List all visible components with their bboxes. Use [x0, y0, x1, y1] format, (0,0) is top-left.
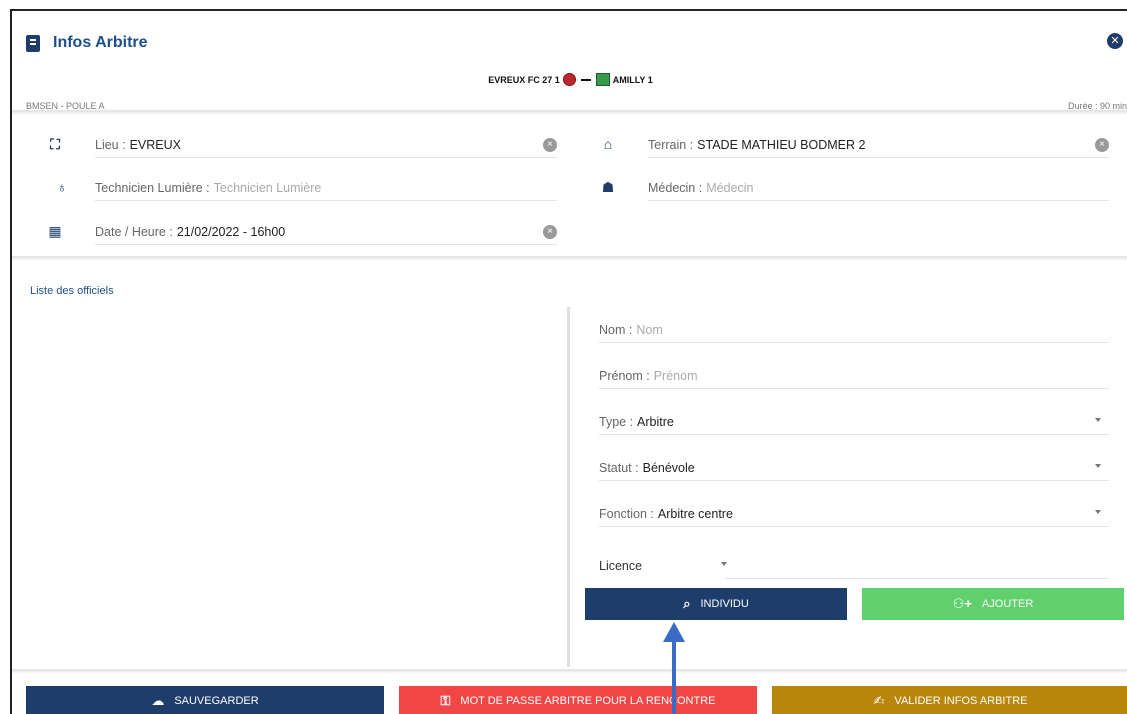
save-label: SAUVEGARDER	[174, 695, 259, 707]
nom-field[interactable]: Nom : Nom	[599, 317, 1109, 343]
fonction-select[interactable]: Fonction : Arbitre centre	[599, 501, 1109, 527]
lieu-value: EVREUX	[129, 137, 181, 152]
prenom-label: Prénom :	[599, 368, 650, 383]
match-teams: EVREUX FC 27 1 AMILLY 1	[12, 73, 1127, 86]
lieu-field[interactable]: Lieu : EVREUX ×	[95, 132, 557, 158]
licence-select[interactable]: Licence	[599, 553, 729, 579]
footer-divider	[12, 669, 1127, 671]
dialog-header: Infos Arbitre	[26, 31, 148, 55]
home-team-name: EVREUX FC 27 1	[488, 74, 560, 85]
calendar-icon: ▦	[48, 223, 62, 239]
validate-label: VALIDER INFOS ARBITRE	[894, 695, 1028, 707]
statut-select[interactable]: Statut : Bénévole	[599, 455, 1109, 481]
badge-icon	[26, 34, 40, 52]
away-team-name: AMILLY 1	[612, 74, 653, 85]
infos-arbitre-dialog: Infos Arbitre ✕ EVREUX FC 27 1 AMILLY 1 …	[10, 9, 1127, 714]
cloud-upload-icon: ☁	[151, 693, 165, 708]
date-value: 21/02/2022 - 16h00	[176, 224, 286, 239]
doctor-icon: ☗	[601, 179, 615, 195]
lieu-clear-icon[interactable]: ×	[543, 138, 557, 152]
map-location-icon: ⛶	[50, 136, 60, 152]
licence-label: Licence	[599, 559, 643, 573]
nom-placeholder: Nom	[636, 322, 663, 337]
medecin-label: Médecin :	[648, 180, 703, 195]
technicien-field[interactable]: Technicien Lumière : Technicien Lumière	[95, 175, 557, 201]
type-label: Type :	[599, 414, 634, 429]
caret-down-icon	[1095, 510, 1101, 514]
type-value: Arbitre	[637, 414, 674, 429]
terrain-field[interactable]: Terrain : STADE MATHIEU BODMER 2 ×	[648, 132, 1109, 158]
caret-down-icon	[1095, 464, 1101, 468]
licence-input[interactable]	[725, 578, 1109, 579]
caret-down-icon	[1095, 418, 1101, 422]
header-divider	[12, 110, 1127, 112]
statut-value: Bénévole	[642, 460, 695, 475]
stadium-icon: ⌂	[603, 136, 613, 152]
password-label: MOT DE PASSE ARBITRE POUR LA RENCONTRE	[460, 695, 716, 707]
validate-button[interactable]: ✍ VALIDER INFOS ARBITRE	[772, 686, 1127, 714]
individu-label: INDIVIDU	[700, 598, 749, 610]
type-select[interactable]: Type : Arbitre	[599, 409, 1109, 435]
sign-document-icon: ✍	[873, 693, 885, 708]
medecin-placeholder: Médecin	[706, 180, 754, 195]
column-divider	[567, 307, 570, 667]
officials-section-title: Liste des officiels	[30, 285, 114, 297]
versus-dash	[580, 78, 591, 81]
home-club-logo	[562, 73, 576, 86]
terrain-clear-icon[interactable]: ×	[1095, 138, 1109, 152]
annotation-arrow-shaft	[672, 640, 676, 714]
medecin-field[interactable]: Médecin : Médecin	[648, 175, 1109, 201]
caret-down-icon	[721, 562, 727, 566]
nom-label: Nom :	[599, 322, 633, 337]
fonction-label: Fonction :	[599, 506, 654, 521]
terrain-label: Terrain :	[648, 137, 694, 152]
statut-label: Statut :	[599, 460, 639, 475]
password-button[interactable]: ⚿ MOT DE PASSE ARBITRE POUR LA RENCONTRE	[399, 686, 757, 714]
prenom-field[interactable]: Prénom : Prénom	[599, 363, 1109, 389]
away-club-logo	[595, 73, 610, 86]
close-icon[interactable]: ✕	[1107, 33, 1123, 49]
date-field[interactable]: Date / Heure : 21/02/2022 - 16h00 ×	[95, 219, 557, 245]
lieu-label: Lieu :	[95, 137, 126, 152]
individu-button[interactable]: ⌕ INDIVIDU	[585, 588, 847, 620]
technicien-placeholder: Technicien Lumière	[213, 180, 322, 195]
user-lock-icon: ⚿	[440, 693, 451, 708]
annotation-arrow-head	[663, 622, 685, 642]
date-label: Date / Heure :	[95, 224, 173, 239]
ajouter-button[interactable]: ⚇+ AJOUTER	[862, 588, 1124, 620]
prenom-placeholder: Prénom	[653, 368, 698, 383]
fonction-value: Arbitre centre	[657, 506, 733, 521]
date-clear-icon[interactable]: ×	[543, 225, 557, 239]
technicien-label: Technicien Lumière :	[95, 180, 210, 195]
terrain-value: STADE MATHIEU BODMER 2	[697, 137, 866, 152]
dialog-title: Infos Arbitre	[53, 34, 148, 51]
fields-divider	[12, 256, 1127, 258]
search-icon: ⌕	[683, 596, 691, 611]
add-user-icon: ⚇+	[952, 596, 972, 611]
ajouter-label: AJOUTER	[981, 598, 1034, 610]
save-button[interactable]: ☁ SAUVEGARDER	[26, 686, 384, 714]
lightbulb-icon: ♁	[56, 179, 68, 195]
